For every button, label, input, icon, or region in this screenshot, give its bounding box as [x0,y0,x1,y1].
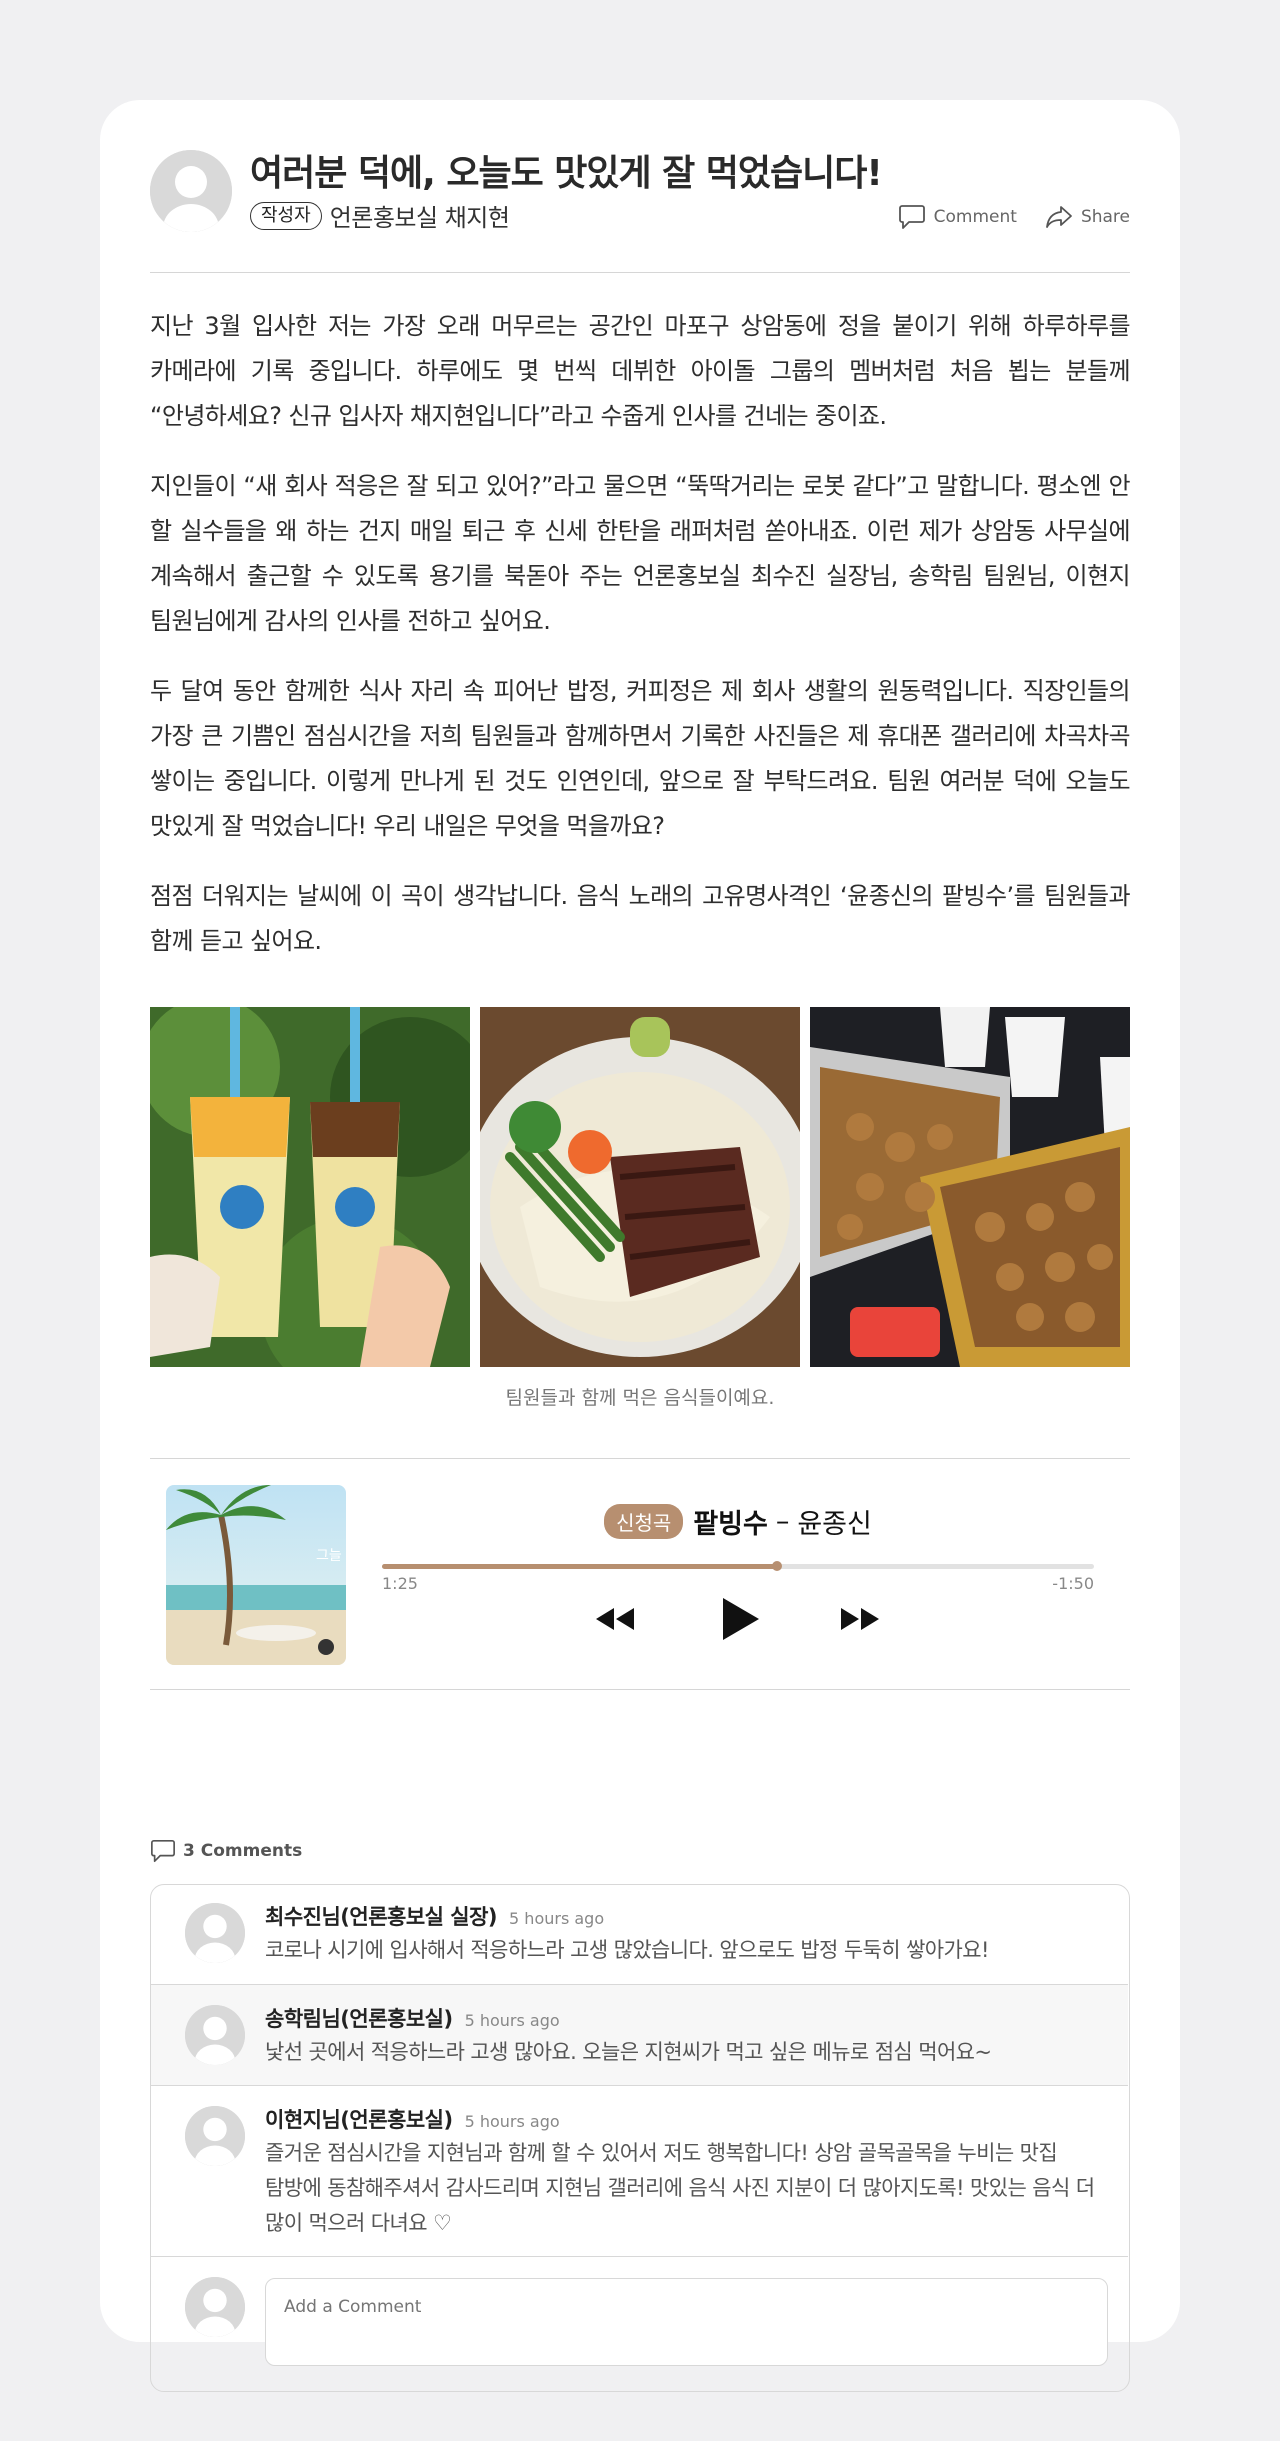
post-card: 여러분 덕에, 오늘도 맛있게 잘 먹었습니다! 작성자 언론홍보실 채지현 C… [100,100,1180,2392]
comment-icon [151,1839,175,1863]
player-top-divider [150,1458,1130,1459]
share-icon [1046,206,1072,228]
time-elapsed: 1:25 [382,1574,418,1593]
photo-drinks[interactable] [150,1007,470,1367]
album-art: 그늘 [166,1485,346,1665]
post-title: 여러분 덕에, 오늘도 맛있게 잘 먹었습니다! [250,153,883,194]
comment-text: 즐거운 점심시간을 지현님과 함께 할 수 있어서 저도 행복합니다! 상암 골… [265,2141,1095,2235]
time-remaining: -1:50 [1052,1574,1094,1593]
photo-gallery [150,1007,1130,1367]
gallery-caption: 팀원들과 함께 먹은 음식들이예요. [505,1387,775,1409]
user-avatar-icon [185,1903,245,1963]
post-paragraph: 지난 3월 입사한 저는 가장 오래 머무르는 공간인 마포구 상암동에 정을 … [150,312,1131,430]
song-artist: 윤종신 [797,1509,872,1540]
add-comment-input[interactable] [265,2278,1108,2366]
play-icon [723,1598,759,1640]
rewind-button[interactable] [594,1606,636,1636]
comment-item: 최수진님(언론홍보실 실장) 5 hours ago 코로나 시기에 입사해서 … [151,1885,1128,1985]
post-paragraph: 점점 더워지는 날씨에 이 곡이 생각납니다. 음식 노래의 고유명사격인 ‘윤… [150,882,1131,955]
commenter-avatar[interactable] [185,2005,245,2065]
user-avatar-icon [185,2106,245,2166]
comment-header: 송학림님(언론홍보실) 5 hours ago [265,2003,560,2033]
header-divider [150,272,1130,273]
comment-time: 5 hours ago [509,1909,605,1928]
post-actions: Comment Share [870,204,1130,230]
comment-item: 송학림님(언론홍보실) 5 hours ago 낯선 곳에서 적응하느라 고생 … [151,1985,1128,2086]
comment-text: 코로나 시기에 입사해서 적응하느라 고생 많았습니다. 앞으로도 밥정 두둑히… [265,1938,989,1962]
post-paragraph: 두 달여 동안 함께한 식사 자리 속 피어난 밥정, 커피정은 제 회사 생활… [150,677,1131,840]
fast-forward-button[interactable] [839,1606,881,1636]
comment-header: 이현지님(언론홍보실) 5 hours ago [265,2104,560,2134]
comment-button[interactable]: Comment [898,204,1017,230]
commenter-avatar[interactable] [185,1903,245,1963]
share-button-label: Share [1080,207,1130,227]
role-badge: 작성자 [250,201,322,230]
player-bottom-divider [150,1689,1130,1690]
comment-time: 5 hours ago [464,2011,560,2030]
progress-bar[interactable] [382,1561,1094,1571]
comment-author[interactable]: 최수진님(언론홍보실 실장) [265,1901,498,1931]
author-avatar[interactable] [150,150,232,232]
rewind-icon [596,1608,634,1630]
play-button[interactable] [721,1596,761,1646]
user-avatar-icon [185,2005,245,2065]
comment-button-label: Comment [933,207,1017,227]
photo-chicken[interactable] [810,1007,1130,1367]
comment-time: 5 hours ago [464,2112,560,2131]
current-user-avatar [185,2277,245,2337]
photo-steak[interactable] [480,1007,800,1367]
comment-header: 최수진님(언론홍보실 실장) 5 hours ago [265,1901,604,1931]
comment-text: 낯선 곳에서 적응하느라 고생 많아요. 오늘은 지현씨가 먹고 싶은 메뉴로 … [265,2040,992,2064]
comments-count-label: 3 Comments [183,1841,303,1861]
comment-author[interactable]: 송학림님(언론홍보실) [265,2003,453,2033]
commenter-avatar[interactable] [185,2106,245,2166]
comment-author[interactable]: 이현지님(언론홍보실) [265,2104,453,2134]
author-name[interactable]: 언론홍보실 채지현 [330,198,510,233]
comments-count[interactable]: 3 Comments [150,1838,302,1864]
song-title: 팥빙수 [693,1509,768,1540]
user-avatar-icon [185,2277,245,2337]
progress-fill [382,1564,778,1569]
post-body: 지난 3월 입사한 저는 가장 오래 머무르는 공간인 마포구 상암동에 정을 … [150,304,1131,989]
user-avatar-icon [150,150,232,232]
comment-item: 이현지님(언론홍보실) 5 hours ago 즐거운 점심시간을 지현님과 함… [151,2086,1128,2257]
comments-box: 최수진님(언론홍보실 실장) 5 hours ago 코로나 시기에 입사해서 … [150,1884,1130,2392]
album-text: 그늘 [316,1548,342,1564]
song-info: 신청곡 팥빙수 – 윤종신 [382,1502,1094,1541]
share-button[interactable]: Share [1045,204,1130,230]
author-line: 작성자 언론홍보실 채지현 [250,198,510,233]
progress-knob[interactable] [772,1561,783,1571]
comment-icon [898,205,925,229]
request-badge: 신청곡 [604,1504,684,1539]
fast-forward-icon [841,1608,879,1630]
song-separator: – [775,1506,790,1537]
post-paragraph: 지인들이 “새 회사 적응은 잘 되고 있어?”라고 물으면 “뚝딱거리는 로봇… [150,472,1131,635]
